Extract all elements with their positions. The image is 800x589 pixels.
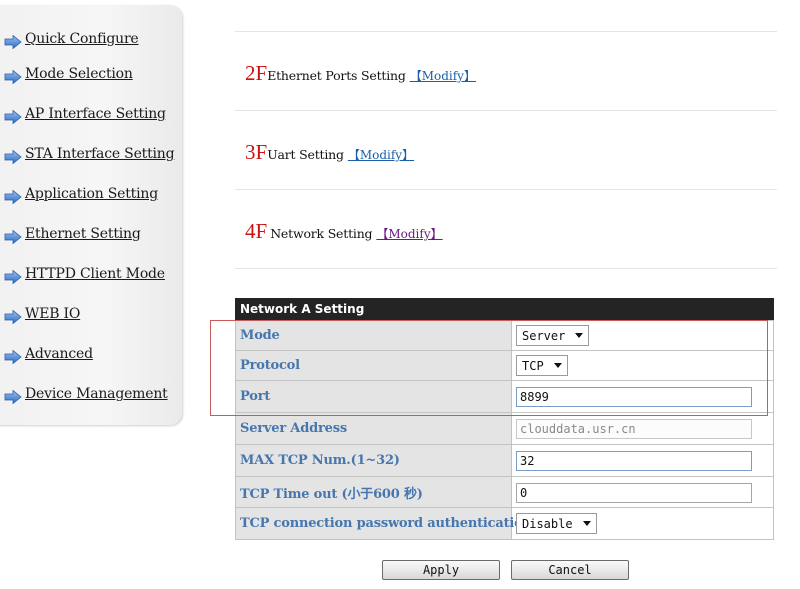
panel-title: Network A Setting (235, 298, 774, 320)
divider (235, 31, 777, 32)
floor-title: Ethernet Ports Setting (267, 68, 406, 83)
sidebar-item-label: AP Interface Setting (25, 106, 166, 122)
chevron-down-icon (582, 521, 591, 527)
mode-cell: Server (511, 320, 774, 351)
protocol-select-value: TCP (522, 358, 544, 373)
max-tcp-label: MAX TCP Num.(1~32) (235, 444, 512, 477)
floor-uart: 3F Uart Setting 【Modify】 (245, 140, 414, 165)
arrow-right-icon (4, 190, 22, 204)
cancel-button[interactable]: Cancel (511, 560, 629, 580)
tcp-timeout-input[interactable] (516, 482, 752, 503)
sidebar-item-application[interactable]: Application Setting (4, 183, 158, 205)
tcp-password-cell: Disable (511, 507, 774, 540)
tcp-timeout-cell (511, 476, 774, 508)
floor-number: 4F (245, 219, 268, 243)
mode-select-value: Server (522, 328, 566, 343)
network-a-setting-panel: Network A Setting Mode Server Protocol T… (235, 298, 774, 540)
sidebar-item-label: HTTPD Client Mode (25, 266, 165, 282)
max-tcp-input[interactable] (516, 451, 752, 471)
floor-title: Network Setting (270, 226, 373, 241)
sidebar-item-mode-selection[interactable]: Mode Selection (4, 63, 133, 85)
server-address-input[interactable] (516, 419, 752, 439)
sidebar-item-sta-interface[interactable]: STA Interface Setting (4, 143, 175, 165)
arrow-right-icon (4, 35, 22, 49)
sidebar-item-web-io[interactable]: WEB IO (4, 303, 80, 325)
floor-network: 4F Network Setting 【Modify】 (245, 219, 443, 244)
modify-link-ethernet-ports[interactable]: 【Modify】 (410, 67, 476, 84)
table-row: MAX TCP Num.(1~32) (235, 444, 774, 477)
tcp-password-select[interactable]: Disable (516, 513, 597, 535)
floor-number: 2F (245, 61, 268, 85)
sidebar-item-label: WEB IO (25, 306, 81, 322)
divider (235, 189, 777, 190)
arrow-right-icon (4, 270, 22, 284)
arrow-right-icon (4, 110, 22, 124)
sidebar-item-label: Quick Configure (25, 31, 139, 47)
tcp-password-label: TCP connection password authentication (235, 507, 532, 540)
max-tcp-cell (511, 444, 774, 477)
sidebar-item-label: Device Management (25, 386, 168, 402)
table-row: Port (235, 380, 774, 413)
sidebar-item-label: Ethernet Setting (25, 226, 141, 242)
arrow-right-icon (4, 350, 22, 364)
sidebar-item-label: Mode Selection (25, 66, 133, 82)
table-row: Protocol TCP (235, 350, 774, 381)
arrow-right-icon (4, 150, 22, 164)
sidebar-item-quick-configure[interactable]: Quick Configure (4, 28, 139, 50)
sidebar-item-label: Advanced (25, 346, 93, 362)
sidebar-item-ap-interface[interactable]: AP Interface Setting (4, 103, 166, 125)
chevron-down-icon (553, 363, 562, 369)
table-row: Server Address (235, 412, 774, 445)
arrow-right-icon (4, 230, 22, 244)
table-row: Mode Server (235, 320, 774, 351)
floor-title: Uart Setting (267, 147, 344, 162)
server-address-cell (511, 412, 774, 445)
server-address-label: Server Address (235, 412, 512, 445)
sidebar-item-ethernet[interactable]: Ethernet Setting (4, 223, 141, 245)
arrow-right-icon (4, 390, 22, 404)
modify-link-network[interactable]: 【Modify】 (376, 225, 442, 242)
network-settings-table: Mode Server Protocol TCP Port 8899 Serve… (235, 320, 774, 540)
port-input[interactable] (516, 387, 752, 407)
mode-select[interactable]: Server (516, 325, 590, 347)
floor-ethernet-ports: 2F Ethernet Ports Setting 【Modify】 (245, 61, 476, 86)
table-row: TCP connection password authentication D… (235, 507, 774, 540)
mode-label: Mode (235, 320, 512, 351)
floor-number: 3F (245, 140, 268, 164)
apply-button[interactable]: Apply (382, 560, 500, 580)
divider (235, 110, 777, 111)
tcp-timeout-label: TCP Time out (小于600 秒) (235, 476, 512, 508)
divider (235, 268, 777, 269)
sidebar-item-httpd-client[interactable]: HTTPD Client Mode (4, 263, 165, 285)
sidebar-nav: Quick Configure Mode Selection AP Interf… (0, 5, 182, 425)
tcp-password-select-value: Disable (522, 516, 573, 531)
modify-link-uart[interactable]: 【Modify】 (348, 146, 414, 163)
port-cell (511, 380, 774, 413)
sidebar-item-label: STA Interface Setting (25, 146, 175, 162)
table-row: TCP Time out (小于600 秒) (235, 476, 774, 508)
sidebar-item-label: Application Setting (25, 186, 158, 202)
sidebar-item-device-management[interactable]: Device Management (4, 383, 168, 405)
protocol-cell: TCP (511, 350, 774, 381)
protocol-select[interactable]: TCP (516, 355, 568, 377)
sidebar-item-advanced[interactable]: Advanced (4, 343, 93, 365)
arrow-right-icon (4, 310, 22, 324)
port-label: Port (235, 380, 512, 413)
chevron-down-icon (575, 333, 584, 339)
arrow-right-icon (4, 70, 22, 84)
protocol-label: Protocol (235, 350, 512, 381)
